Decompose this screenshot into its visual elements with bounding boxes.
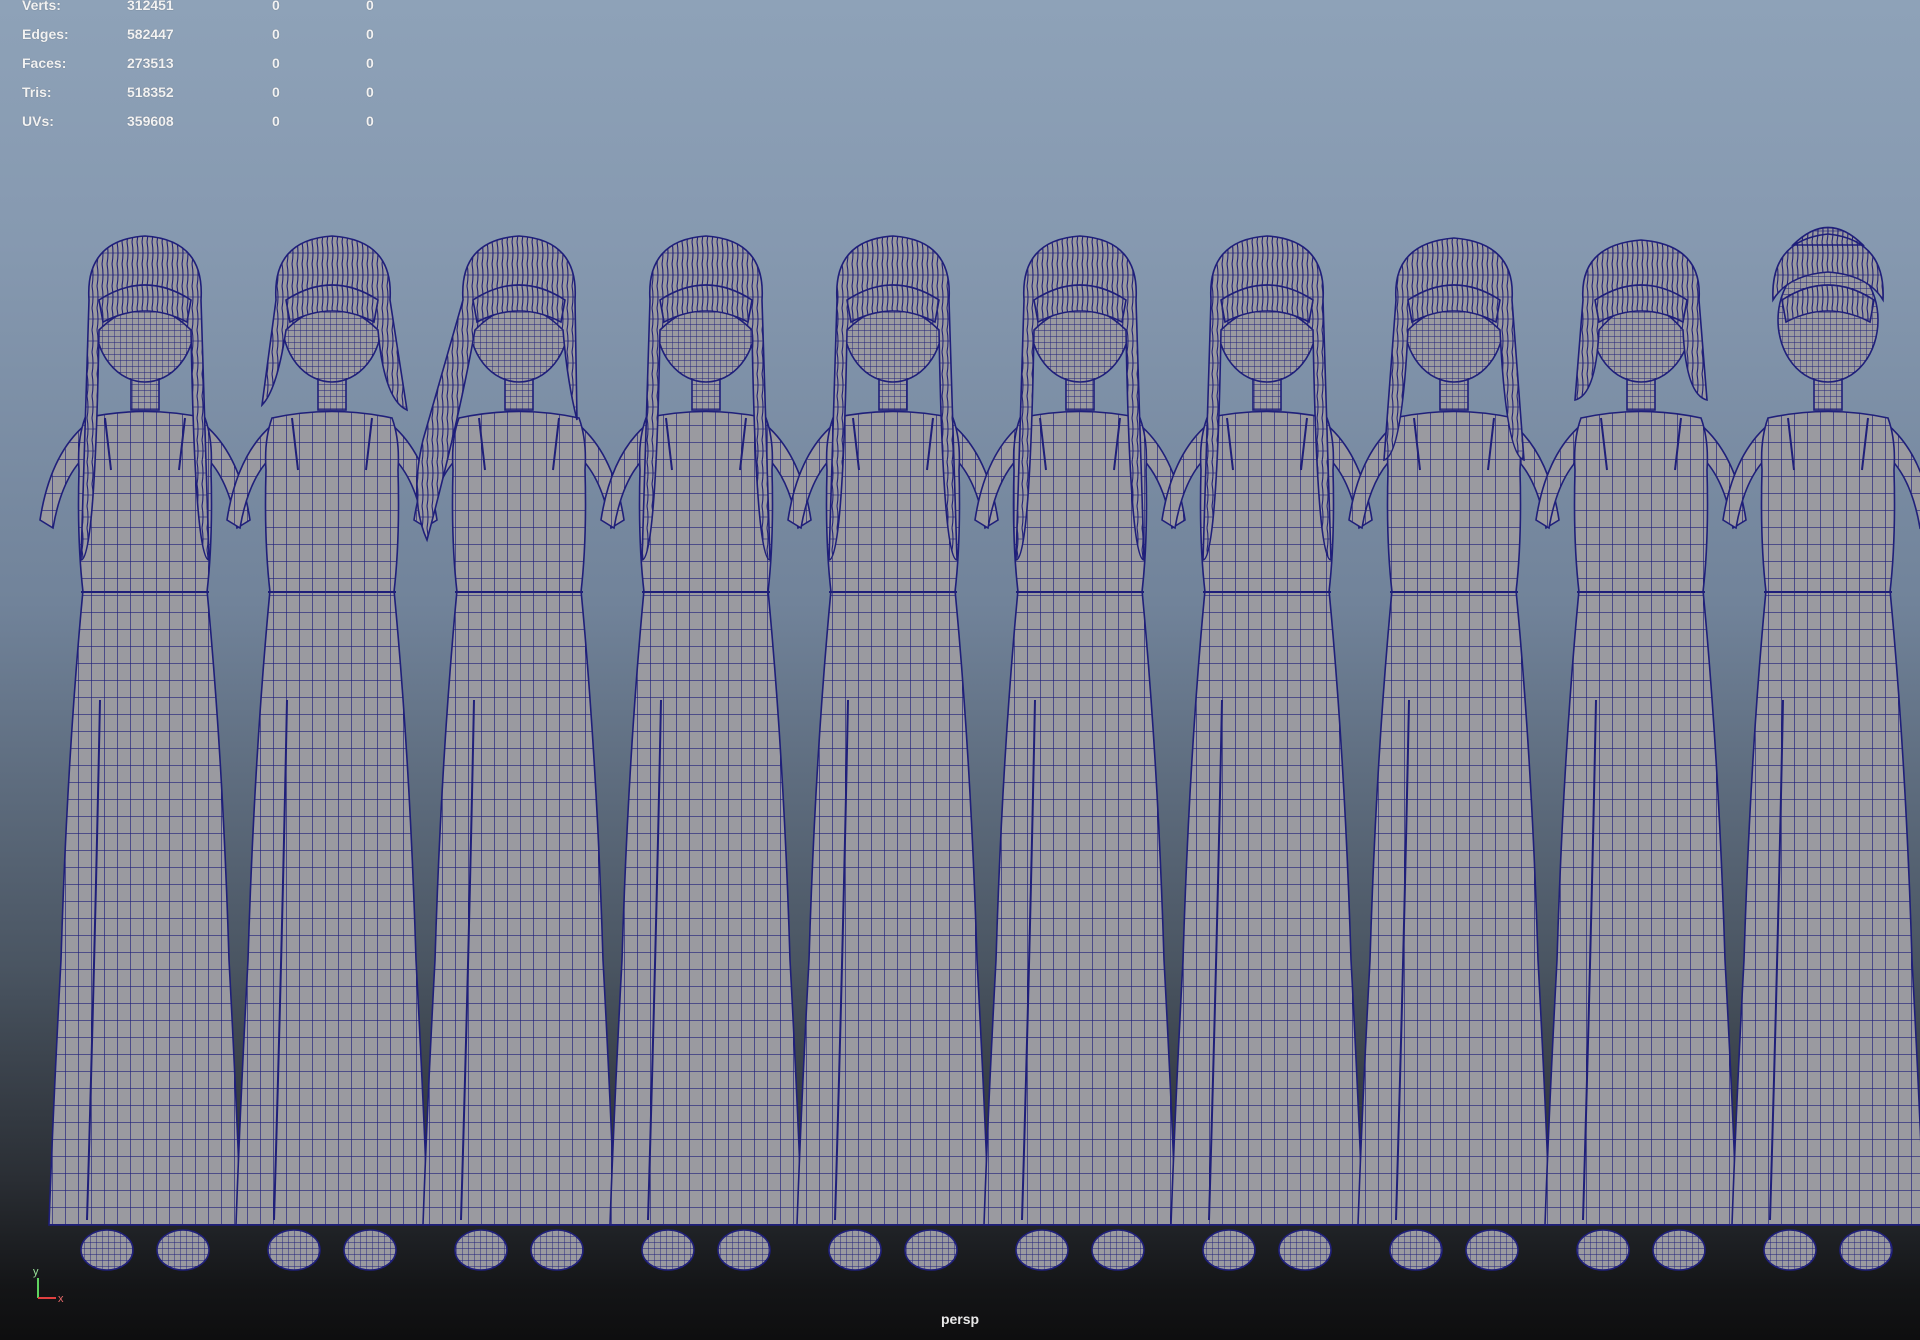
hud-value-selected-components: 0 xyxy=(366,84,374,100)
dress-bodice-wire xyxy=(265,411,399,592)
hud-label: Faces: xyxy=(22,55,67,71)
dress-bodice-wire xyxy=(1200,411,1334,592)
dress-skirt-wire xyxy=(423,590,615,1225)
hud-value-selected-components: 0 xyxy=(366,113,374,129)
wireframe-scene[interactable] xyxy=(0,0,1920,1340)
left-foot-wire xyxy=(1016,1230,1068,1270)
right-foot-wire xyxy=(344,1230,396,1270)
dress-skirt-wire xyxy=(49,590,241,1225)
hud-label: Edges: xyxy=(22,26,69,42)
hud-value-selected: 0 xyxy=(272,26,280,42)
character-model[interactable] xyxy=(787,235,999,1271)
dress-skirt-wire xyxy=(1732,590,1920,1225)
left-foot-wire xyxy=(1390,1230,1442,1270)
left-foot-wire xyxy=(268,1230,320,1270)
left-foot-wire xyxy=(81,1230,133,1270)
right-foot-wire xyxy=(1466,1230,1518,1270)
right-foot-wire xyxy=(1279,1230,1331,1270)
dress-skirt-wire xyxy=(1358,590,1550,1225)
hud-label: Tris: xyxy=(22,84,52,100)
hud-label: UVs: xyxy=(22,113,54,129)
character-model[interactable] xyxy=(1161,235,1373,1271)
hud-label: Verts: xyxy=(22,0,61,13)
maya-viewport[interactable]: Verts: 312451 0 0 Edges: 582447 0 0 Face… xyxy=(0,0,1920,1340)
hud-value-total: 312451 xyxy=(127,0,174,13)
camera-name-label: persp xyxy=(940,1311,980,1327)
hud-value-total: 582447 xyxy=(127,26,174,42)
dress-skirt-wire xyxy=(1171,590,1363,1225)
axis-x-label: x xyxy=(58,1293,64,1304)
dress-skirt-wire xyxy=(1545,590,1737,1225)
dress-bodice-wire xyxy=(1013,411,1147,592)
right-foot-wire xyxy=(157,1230,209,1270)
left-foot-wire xyxy=(455,1230,507,1270)
hud-value-selected-components: 0 xyxy=(366,55,374,71)
character-model[interactable] xyxy=(413,235,625,1271)
hud-value-selected-components: 0 xyxy=(366,0,374,13)
dress-skirt-wire xyxy=(984,590,1176,1225)
dress-bodice-wire xyxy=(1761,411,1895,592)
character-model[interactable] xyxy=(1535,239,1747,1271)
dress-bodice-wire xyxy=(1574,411,1708,592)
right-foot-wire xyxy=(531,1230,583,1270)
left-foot-wire xyxy=(1764,1230,1816,1270)
dress-bodice-wire xyxy=(452,411,586,592)
hud-value-selected-components: 0 xyxy=(366,26,374,42)
hud-value-selected: 0 xyxy=(272,113,280,129)
character-model[interactable] xyxy=(226,235,438,1271)
hud-value-selected: 0 xyxy=(272,55,280,71)
character-model[interactable] xyxy=(39,235,251,1271)
dress-skirt-wire xyxy=(610,590,802,1225)
dress-bodice-wire xyxy=(639,411,773,592)
dress-bodice-wire xyxy=(1387,411,1521,592)
hud-value-selected: 0 xyxy=(272,0,280,13)
right-foot-wire xyxy=(1653,1230,1705,1270)
left-foot-wire xyxy=(829,1230,881,1270)
right-foot-wire xyxy=(905,1230,957,1270)
hud-value-total: 273513 xyxy=(127,55,174,71)
right-foot-wire xyxy=(1840,1230,1892,1270)
hud-value-total: 359608 xyxy=(127,113,174,129)
left-foot-wire xyxy=(1577,1230,1629,1270)
character-model[interactable] xyxy=(1348,237,1560,1271)
axis-y-label: y xyxy=(33,1266,39,1278)
hud-value-selected: 0 xyxy=(272,84,280,100)
right-foot-wire xyxy=(1092,1230,1144,1270)
axis-gizmo: y x xyxy=(33,1266,64,1304)
character-model[interactable] xyxy=(600,235,812,1271)
dress-bodice-wire xyxy=(826,411,960,592)
dress-skirt-wire xyxy=(797,590,989,1225)
left-foot-wire xyxy=(1203,1230,1255,1270)
character-model[interactable] xyxy=(974,235,1186,1271)
dress-bodice-wire xyxy=(78,411,212,592)
dress-skirt-wire xyxy=(236,590,428,1225)
right-foot-wire xyxy=(718,1230,770,1270)
hud-value-total: 518352 xyxy=(127,84,174,100)
left-foot-wire xyxy=(642,1230,694,1270)
character-model[interactable] xyxy=(1722,226,1920,1271)
